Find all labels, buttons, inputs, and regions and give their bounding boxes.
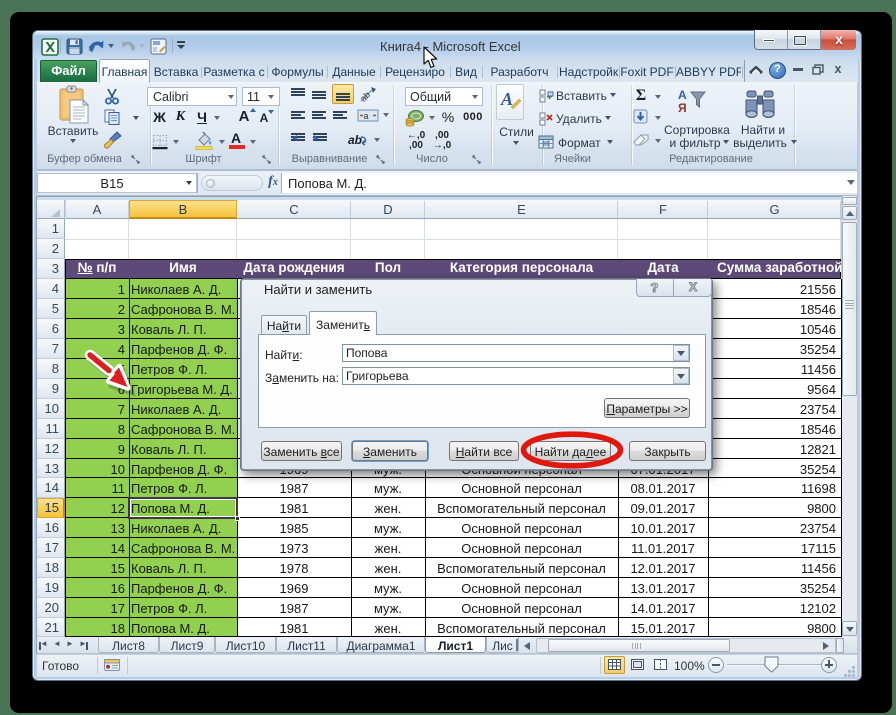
svg-text:А: А bbox=[678, 88, 687, 102]
svg-text:Я: Я bbox=[678, 101, 687, 115]
svg-text:a: a bbox=[364, 111, 369, 121]
svg-text:ab: ab bbox=[348, 133, 362, 147]
svg-text:А: А bbox=[500, 89, 513, 109]
